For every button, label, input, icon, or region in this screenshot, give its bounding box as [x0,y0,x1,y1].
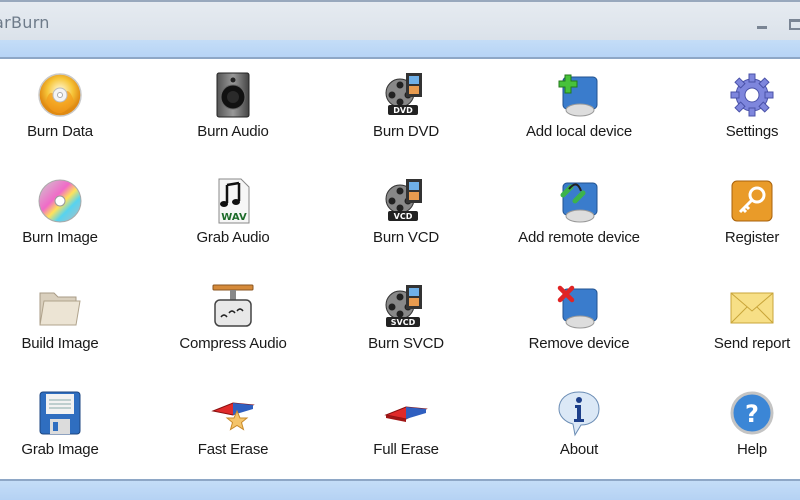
burn-vcd-label: Burn VCD [373,229,439,246]
grab-audio-label: Grab Audio [196,229,270,246]
speaker-icon [209,71,257,119]
build-image-label: Build Image [21,335,99,352]
help-label: Help [736,441,768,458]
drive-remote-icon [555,177,603,225]
burn-disc-icon [36,71,84,119]
burn-dvd-button[interactable]: DVD Burn DVD [326,59,486,159]
compress-audio-icon [209,283,257,331]
wav-file-icon: WAV [209,177,257,225]
window-title: arBurn [0,13,50,32]
compress-audio-label: Compress Audio [179,335,287,352]
remove-device-label: Remove device [528,335,630,352]
key-icon [728,177,776,225]
eraser-icon [382,389,430,437]
eraser-star-icon [209,389,257,437]
status-bar [0,479,800,500]
drive-add-icon [555,71,603,119]
drive-remove-icon [555,283,603,331]
svg-text:?: ? [745,400,759,428]
about-label: About [559,441,599,458]
burn-dvd-label: Burn DVD [373,123,439,140]
film-reel-vcd-icon: VCD [382,177,430,225]
burn-data-button[interactable]: Burn Data [0,59,140,159]
maximize-button[interactable] [789,19,800,30]
burn-audio-label: Burn Audio [197,123,269,140]
register-label: Register [724,229,780,246]
menu-bar [0,40,800,59]
help-icon: ? [728,389,776,437]
full-erase-button[interactable]: Full Erase [326,377,486,477]
about-button[interactable]: About [499,377,659,477]
svg-text:VCD: VCD [394,212,413,221]
action-grid: Burn Data Burn Audio DVD Burn DVD Add lo… [0,59,800,479]
add-remote-device-label: Add remote device [518,229,640,246]
folder-icon [36,283,84,331]
grab-image-label: Grab Image [21,441,99,458]
remove-device-button[interactable]: Remove device [499,271,659,371]
fast-erase-label: Fast Erase [197,441,269,458]
burn-audio-button[interactable]: Burn Audio [153,59,313,159]
settings-button[interactable]: Settings [672,59,800,159]
compress-audio-button[interactable]: Compress Audio [153,271,313,371]
add-local-device-label: Add local device [525,123,633,140]
title-bar: arBurn [0,0,800,40]
minimize-button[interactable] [757,26,767,29]
add-remote-device-button[interactable]: Add remote device [499,165,659,265]
build-image-button[interactable]: Build Image [0,271,140,371]
floppy-disk-icon [36,389,84,437]
grab-image-button[interactable]: Grab Image [0,377,140,477]
gear-icon [728,71,776,119]
add-local-device-button[interactable]: Add local device [499,59,659,159]
film-reel-svcd-icon: SVCD [382,283,430,331]
svg-text:SVCD: SVCD [391,318,416,327]
burn-svcd-button[interactable]: SVCD Burn SVCD [326,271,486,371]
full-erase-label: Full Erase [373,441,439,458]
burn-svcd-label: Burn SVCD [368,335,444,352]
envelope-icon [728,283,776,331]
send-report-button[interactable]: Send report [672,271,800,371]
burn-data-label: Burn Data [27,123,93,140]
info-bubble-icon [555,389,603,437]
svg-text:WAV: WAV [221,212,247,223]
grab-audio-button[interactable]: WAV Grab Audio [153,165,313,265]
burn-image-button[interactable]: Burn Image [0,165,140,265]
fast-erase-button[interactable]: Fast Erase [153,377,313,477]
burn-vcd-button[interactable]: VCD Burn VCD [326,165,486,265]
help-button[interactable]: ? Help [672,377,800,477]
burn-image-label: Burn Image [22,229,98,246]
settings-label: Settings [725,123,779,140]
cd-icon [36,177,84,225]
register-button[interactable]: Register [672,165,800,265]
film-reel-dvd-icon: DVD [382,71,430,119]
send-report-label: Send report [713,335,791,352]
svg-text:DVD: DVD [393,106,413,115]
